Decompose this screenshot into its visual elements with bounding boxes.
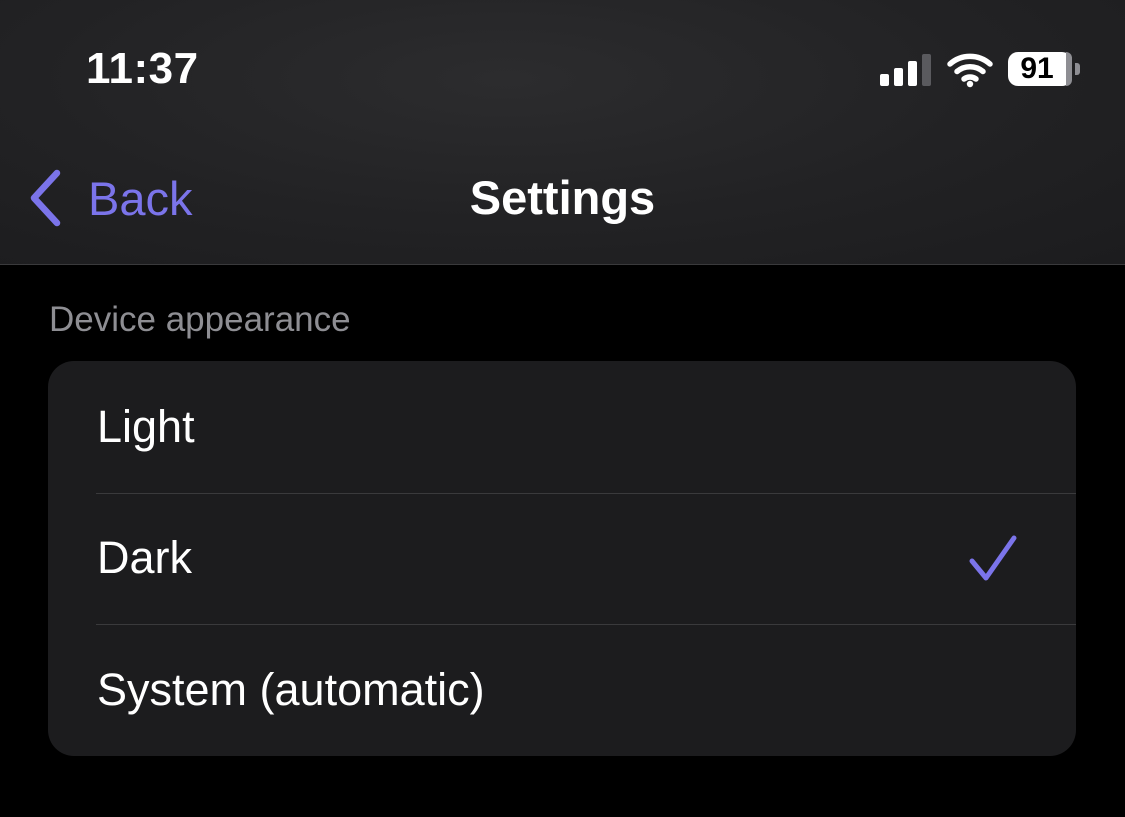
appearance-options-list: Light Dark System (automatic) [48,361,1076,756]
option-label: System (automatic) [97,663,485,715]
battery-icon: 91 [1008,52,1072,86]
signal-bar [908,61,917,86]
checkmark-icon [969,535,1017,581]
option-system-automatic[interactable]: System (automatic) [48,624,1076,756]
battery-percent: 91 [1020,52,1054,85]
back-button-label: Back [88,171,193,225]
chevron-left-icon [30,169,61,227]
option-label: Light [97,400,195,452]
battery-cap [1075,63,1080,75]
status-time: 11:37 [86,44,199,93]
wifi-icon [947,53,993,88]
option-label: Dark [97,532,193,584]
option-dark[interactable]: Dark [48,492,1076,625]
back-button[interactable]: Back [26,168,193,228]
settings-screen: 11:37 91 Settings Back Device appearance… [0,0,1125,817]
battery-empty-portion [1066,52,1072,86]
top-bar: 11:37 91 Settings Back [0,0,1125,265]
signal-bar [922,54,931,86]
section-header-device-appearance: Device appearance [49,300,351,339]
signal-bar [894,68,903,86]
signal-bar [880,74,889,86]
option-light[interactable]: Light [48,361,1076,493]
status-icons: 91 [880,50,1090,90]
